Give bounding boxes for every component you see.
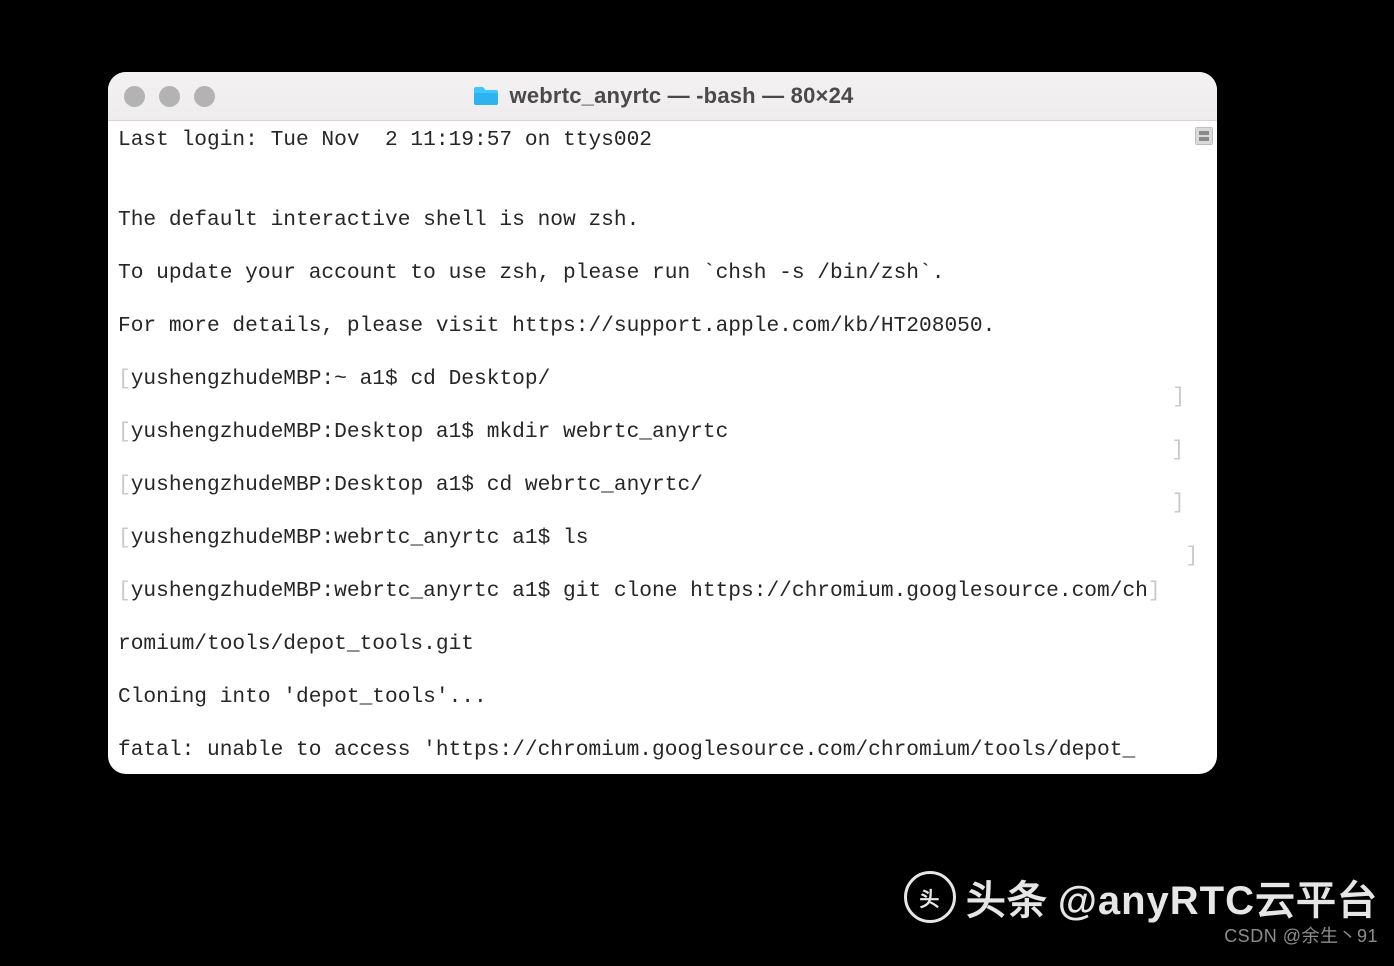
- terminal-line: [yushengzhudeMBP:webrtc_anyrtc a1$ git c…: [118, 578, 1217, 605]
- traffic-lights: [124, 86, 215, 107]
- watermark-text: @anyRTC云平台: [1058, 868, 1378, 926]
- scrollbar-marker-icon[interactable]: [1195, 127, 1213, 145]
- terminal-line: To update your account to use zsh, pleas…: [118, 260, 1217, 287]
- watermark-prefix: 头条: [966, 868, 1048, 926]
- terminal-output[interactable]: Last login: Tue Nov 2 11:19:57 on ttys00…: [108, 121, 1217, 774]
- watermark-brand: 头 头条 @anyRTC云平台: [904, 868, 1378, 926]
- folder-icon: [472, 85, 500, 107]
- watermark-csdn: CSDN @余生丶91: [1224, 922, 1378, 948]
- close-icon[interactable]: [124, 86, 145, 107]
- terminal-line: The default interactive shell is now zsh…: [118, 207, 1217, 234]
- zoom-icon[interactable]: [194, 86, 215, 107]
- terminal-line: [yushengzhudeMBP:Desktop a1$ cd webrtc_a…: [118, 472, 1217, 499]
- terminal-line: romium/tools/depot_tools.git: [118, 631, 1217, 658]
- terminal-line: Last login: Tue Nov 2 11:19:57 on ttys00…: [118, 127, 1217, 154]
- window-title: webrtc_anyrtc — -bash — 80×24: [510, 83, 854, 109]
- terminal-line: [yushengzhudeMBP:Desktop a1$ mkdir webrt…: [118, 419, 1217, 446]
- terminal-line: Cloning into 'depot_tools'...: [118, 684, 1217, 711]
- toutiao-icon: 头: [904, 871, 956, 923]
- terminal-line: fatal: unable to access 'https://chromiu…: [118, 737, 1217, 764]
- titlebar[interactable]: webrtc_anyrtc — -bash — 80×24: [108, 72, 1217, 121]
- terminal-line: [yushengzhudeMBP:webrtc_anyrtc a1$ ls]: [118, 525, 1217, 552]
- minimize-icon[interactable]: [159, 86, 180, 107]
- terminal-line: For more details, please visit https://s…: [118, 313, 1217, 340]
- terminal-body[interactable]: Last login: Tue Nov 2 11:19:57 on ttys00…: [108, 121, 1217, 774]
- terminal-window: webrtc_anyrtc — -bash — 80×24 Last login…: [108, 72, 1217, 774]
- terminal-line: [yushengzhudeMBP:~ a1$ cd Desktop/]: [118, 366, 1217, 393]
